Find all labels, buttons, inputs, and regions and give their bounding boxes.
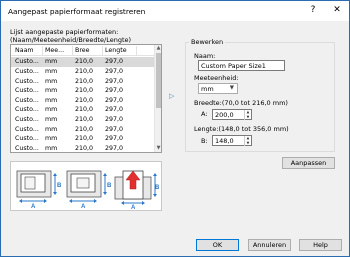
diagram-label-b: B	[107, 183, 112, 189]
cell-width: 210,0	[75, 115, 94, 123]
width-stepper[interactable]: 200,0 ▲ ▼	[212, 109, 252, 120]
cell-width: 210,0	[75, 125, 94, 133]
unit-select-value: mm	[201, 85, 214, 93]
cell-name: Custo...	[15, 115, 39, 123]
cell-name: Custo...	[15, 77, 39, 85]
cell-width: 210,0	[75, 58, 94, 66]
cell-unit: mm	[45, 87, 58, 95]
list-row[interactable]: Custo... mm 210,0 297,0	[11, 76, 154, 86]
name-input[interactable]: Custom Paper Size1	[198, 60, 285, 71]
list-row[interactable]: Custo... mm 210,0 297,0	[11, 67, 154, 77]
stepper-down-icon[interactable]: ▼	[244, 140, 251, 146]
diagram-label-b: B	[155, 185, 160, 191]
cell-unit: mm	[45, 67, 58, 75]
scroll-thumb[interactable]	[156, 53, 161, 108]
cell-unit: mm	[45, 115, 58, 123]
width-label: Breedte:(70,0 tot 216,0 mm)	[194, 99, 288, 107]
cell-name: Custo...	[15, 106, 39, 114]
cell-unit: mm	[45, 144, 58, 152]
help-title-button[interactable]: ?	[303, 2, 323, 19]
title-bar: Aangepast papierformaat registreren ? ✕	[1, 1, 349, 21]
width-value: 200,0	[215, 111, 234, 119]
length-label: Lengte:(148,0 tot 356,0 mm)	[194, 125, 289, 133]
length-stepper[interactable]: 148,0 ▲ ▼	[212, 135, 252, 146]
list-row[interactable]: Custo... mm 210,0 297,0	[11, 95, 154, 105]
help-button[interactable]: Help	[299, 239, 342, 251]
cell-unit: mm	[45, 96, 58, 104]
adjust-button[interactable]: Aanpassen	[282, 157, 335, 169]
width-prefix: A:	[201, 110, 208, 118]
stepper-down-icon[interactable]: ▼	[244, 114, 251, 120]
chevron-down-icon: ▼	[229, 85, 234, 91]
cell-width: 210,0	[75, 106, 94, 114]
paper-tray-icon: B A	[66, 170, 112, 209]
scroll-up-icon[interactable]: ▲	[155, 45, 161, 51]
cell-width: 210,0	[75, 67, 94, 75]
cell-length: 297,0	[105, 77, 124, 85]
register-custom-paper-size-dialog: Aangepast papierformaat registreren ? ✕ …	[0, 0, 350, 257]
edit-group-title: Bewerken	[189, 38, 226, 46]
cell-width: 210,0	[75, 77, 94, 85]
column-header-width[interactable]: Bree	[75, 47, 90, 54]
paper-orientation-diagram: B A B A B A	[10, 161, 162, 211]
cell-width: 210,0	[75, 144, 94, 152]
paper-feed-icon: B A	[16, 170, 62, 209]
list-row[interactable]: Custo... mm 210,0 297,0	[11, 105, 154, 115]
cell-width: 210,0	[75, 96, 94, 104]
column-header-unit[interactable]: Mee...	[45, 47, 64, 54]
cell-name: Custo...	[15, 135, 39, 143]
cell-length: 297,0	[105, 87, 124, 95]
list-scrollbar[interactable]: ▲ ▼	[154, 45, 161, 152]
list-row[interactable]: Custo... mm 210,0 297,0	[11, 143, 154, 152]
arrow-right-icon: ▷	[169, 92, 175, 100]
cell-name: Custo...	[15, 144, 39, 152]
cell-length: 297,0	[105, 67, 124, 75]
cell-name: Custo...	[15, 125, 39, 133]
cell-width: 210,0	[75, 87, 94, 95]
paper-size-list[interactable]: Naam Mee... Bree Lengte Custo... mm 210,0 2…	[10, 44, 162, 153]
cell-name: Custo...	[15, 96, 39, 104]
list-row[interactable]: Custo... mm 210,0 297,0	[11, 134, 154, 144]
column-header-length[interactable]: Lengte	[105, 47, 127, 54]
list-row[interactable]: Custo... mm 210,0 297,0	[11, 57, 154, 67]
length-value: 148,0	[215, 137, 234, 145]
window-title: Aangepast papierformaat registreren	[8, 7, 146, 16]
cell-unit: mm	[45, 58, 58, 66]
cell-length: 297,0	[105, 144, 124, 152]
list-caption: Lijst aangepaste papierformaten: (Naam/M…	[10, 28, 131, 44]
diagram-label-a: A	[31, 204, 36, 209]
cell-unit: mm	[45, 125, 58, 133]
unit-label: Meeteenheid:	[194, 74, 239, 82]
cell-name: Custo...	[15, 87, 39, 95]
close-icon[interactable]: ✕	[327, 2, 347, 19]
length-prefix: B:	[201, 137, 208, 145]
unit-select[interactable]: mm ▼	[198, 83, 238, 94]
cell-name: Custo...	[15, 58, 39, 66]
cell-length: 297,0	[105, 58, 124, 66]
list-row[interactable]: Custo... mm 210,0 297,0	[11, 115, 154, 125]
cell-name: Custo...	[15, 67, 39, 75]
list-row[interactable]: Custo... mm 210,0 297,0	[11, 124, 154, 134]
cell-length: 297,0	[105, 125, 124, 133]
cell-length: 297,0	[105, 106, 124, 114]
cell-unit: mm	[45, 77, 58, 85]
diagram-label-b: B	[57, 183, 62, 189]
list-row[interactable]: Custo... mm 210,0 297,0	[11, 86, 154, 96]
cell-width: 210,0	[75, 135, 94, 143]
cell-unit: mm	[45, 106, 58, 114]
cell-length: 297,0	[105, 115, 124, 123]
column-header-name[interactable]: Naam	[15, 47, 34, 54]
paper-insert-icon: B A	[114, 170, 160, 209]
diagram-label-a: A	[81, 204, 86, 209]
list-header: Naam Mee... Bree Lengte	[11, 45, 161, 56]
cell-length: 297,0	[105, 135, 124, 143]
diagram-label-a: A	[131, 205, 136, 209]
cancel-button[interactable]: Annuleren	[248, 239, 291, 251]
scroll-down-icon[interactable]: ▼	[155, 145, 161, 151]
name-label: Naam:	[194, 52, 216, 60]
cell-unit: mm	[45, 135, 58, 143]
cell-length: 297,0	[105, 96, 124, 104]
ok-button[interactable]: OK	[196, 239, 239, 251]
